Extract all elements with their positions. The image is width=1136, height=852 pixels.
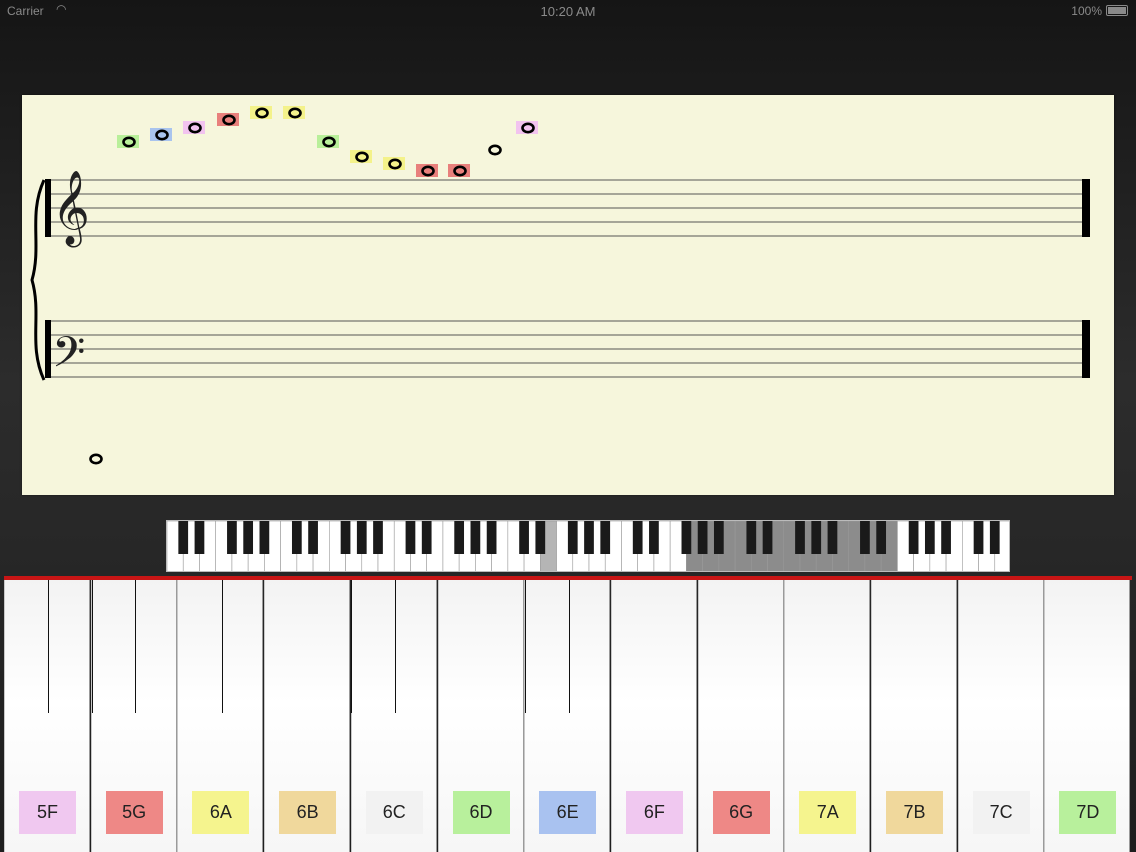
mini-black-key <box>373 521 383 554</box>
mini-black-key <box>486 521 497 554</box>
mini-black-key <box>194 521 205 554</box>
key-label: 7D <box>1059 791 1117 834</box>
mini-black-key <box>178 521 189 554</box>
piano-keyboard[interactable]: 5F 5G 6A 6B 6C 6D 6E 6F 6G 7A 7B 7C 7D <box>4 576 1132 852</box>
mini-black-key <box>924 521 935 554</box>
mini-black-key <box>860 521 870 554</box>
black-key-edge <box>48 580 49 713</box>
music-score[interactable]: 𝄞 𝄢 <box>22 95 1114 495</box>
key-label: 6B <box>279 791 337 834</box>
mini-black-key <box>795 521 805 554</box>
battery-icon <box>1106 5 1128 16</box>
grand-staff-brace <box>30 179 46 381</box>
key-label: 5F <box>19 791 76 834</box>
mini-black-key <box>989 521 1000 554</box>
piano-key-7b[interactable]: 7B <box>871 580 957 852</box>
piano-key-6f[interactable]: 6F <box>610 580 697 852</box>
mini-keyboard-navigator[interactable] <box>166 520 1010 572</box>
mini-black-key <box>259 521 270 554</box>
black-key-edge <box>395 580 396 713</box>
mini-black-key <box>421 521 432 554</box>
black-key-edge <box>525 580 526 713</box>
key-label: 6A <box>192 791 250 834</box>
mini-black-key <box>600 521 611 554</box>
piano-key-7d[interactable]: 7D <box>1044 580 1131 852</box>
whole-note <box>89 453 103 465</box>
black-key-edge <box>222 580 223 713</box>
mini-black-key <box>291 521 302 554</box>
bass-clef-icon: 𝄢 <box>52 328 85 388</box>
mini-black-key <box>649 521 659 554</box>
mini-black-key <box>454 521 465 554</box>
key-label: 6F <box>625 791 683 834</box>
mini-black-key <box>227 521 237 554</box>
bass-staff <box>45 320 1090 378</box>
mini-black-key <box>584 521 594 554</box>
piano-key-6b[interactable]: 6B <box>264 580 351 852</box>
mini-black-key <box>340 521 351 554</box>
piano-key-7a[interactable]: 7A <box>784 580 871 852</box>
key-label: 7C <box>972 791 1030 834</box>
black-key-edge <box>351 580 352 713</box>
treble-clef-icon: 𝄞 <box>52 171 90 248</box>
mini-black-key <box>973 521 984 554</box>
mini-black-key <box>762 521 773 554</box>
key-label: 6G <box>712 791 770 834</box>
mini-black-key <box>697 521 708 554</box>
mini-black-key <box>535 521 546 554</box>
mini-black-key <box>876 521 887 554</box>
piano-key-5g[interactable]: 5G <box>90 580 177 852</box>
piano-key-6d[interactable]: 6D <box>437 580 524 852</box>
whole-note <box>488 144 502 156</box>
mini-black-key <box>308 521 318 554</box>
mini-black-key <box>632 521 643 554</box>
mini-black-key <box>243 521 254 554</box>
black-key-edge <box>135 580 136 713</box>
black-key-edge <box>569 580 570 713</box>
black-key-edge <box>92 580 93 713</box>
mini-black-key <box>941 521 951 554</box>
piano-key-6g[interactable]: 6G <box>697 580 784 852</box>
mini-black-key <box>519 521 529 554</box>
mini-black-key <box>827 521 838 554</box>
mini-black-key <box>713 521 724 554</box>
piano-key-6e[interactable]: 6E <box>524 580 611 852</box>
key-label: 6D <box>452 791 510 834</box>
status-bar: Carrier ◠ 10:20 AM 100% <box>0 0 1136 22</box>
piano-key-5f[interactable]: 5F <box>4 580 90 852</box>
mini-keyboard-svg[interactable] <box>167 521 1010 572</box>
mini-black-key <box>567 521 578 554</box>
staff-svg: 𝄞 𝄢 <box>30 106 1090 465</box>
piano-key-7c[interactable]: 7C <box>957 580 1044 852</box>
mini-black-key <box>470 521 481 554</box>
battery-percent: 100% <box>1071 4 1102 18</box>
key-label: 5G <box>105 791 163 834</box>
key-label: 6E <box>539 791 597 834</box>
mini-black-key <box>811 521 822 554</box>
mini-black-key <box>356 521 367 554</box>
key-label: 7A <box>799 791 857 834</box>
treble-staff <box>45 179 1090 237</box>
key-label: 6C <box>365 791 423 834</box>
piano-key-6c[interactable]: 6C <box>350 580 437 852</box>
mini-black-key <box>746 521 757 554</box>
clock: 10:20 AM <box>540 4 596 19</box>
mini-black-key <box>908 521 919 554</box>
key-label: 7B <box>886 791 943 834</box>
mini-black-key <box>681 521 692 554</box>
piano-key-6a[interactable]: 6A <box>177 580 264 852</box>
mini-black-key <box>405 521 416 554</box>
